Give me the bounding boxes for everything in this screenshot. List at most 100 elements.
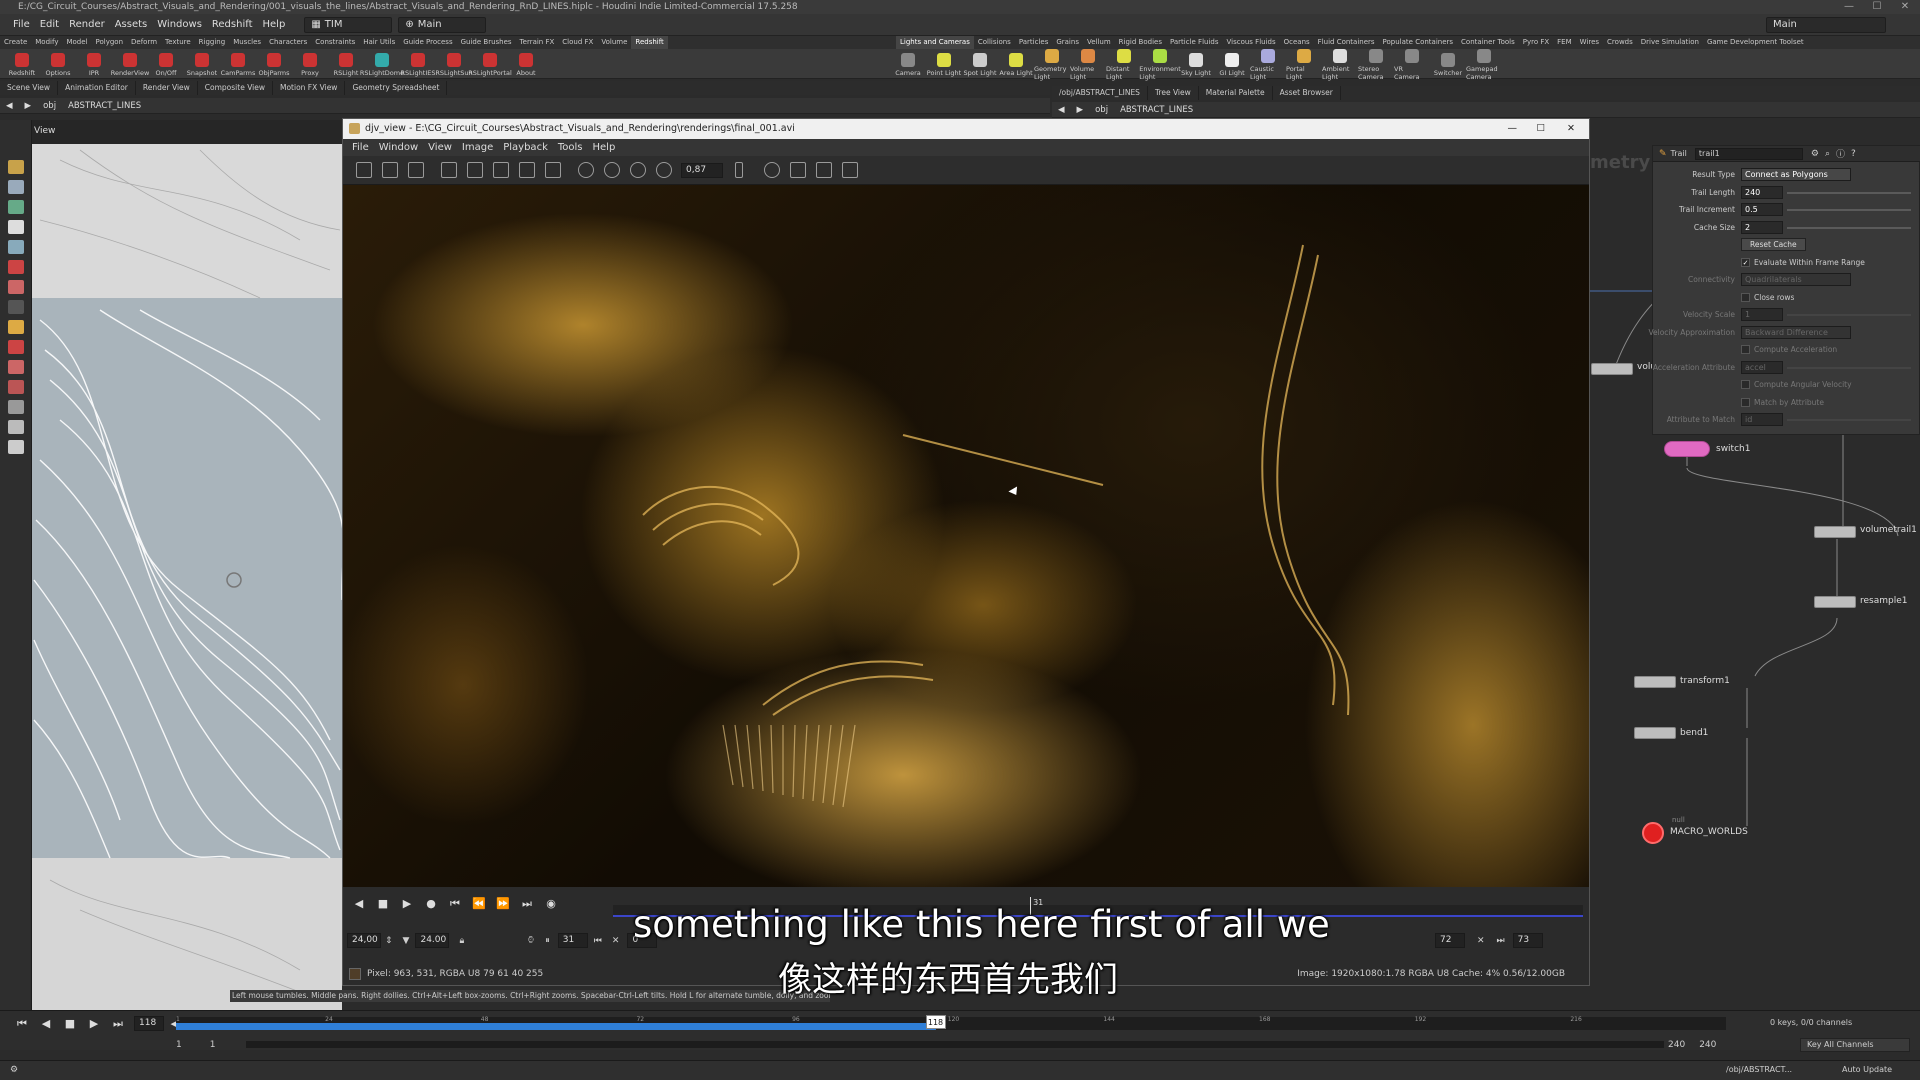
shelf-tab-wires[interactable]: Wires [1576, 36, 1603, 49]
zoom-field[interactable]: 0,87 [681, 162, 723, 178]
shelf-tab-game-development-toolset[interactable]: Game Development Toolset [1703, 36, 1808, 49]
shelf-tab-muscles[interactable]: Muscles [229, 36, 265, 49]
play-icon[interactable]: ▶ [400, 897, 414, 911]
range-start-2[interactable]: 1 [210, 1040, 216, 1050]
timecode-icon[interactable]: ⌚︎ [526, 934, 535, 947]
shelf-tab-cloud-fx[interactable]: Cloud FX [558, 36, 597, 49]
param-menu-velocity-approximation[interactable]: Backward Difference [1741, 325, 1851, 339]
shelf-tool-rslight[interactable]: RSLight [328, 51, 364, 77]
param-field-cache-size[interactable]: 2 [1741, 220, 1783, 234]
shelf-tool-gi-light[interactable]: GI Light [1214, 51, 1250, 77]
shelf-tab-drive-simulation[interactable]: Drive Simulation [1637, 36, 1703, 49]
display-options-icon[interactable]: ⚙ [10, 1065, 18, 1075]
pane-tab-render-view[interactable]: Render View [136, 81, 198, 95]
range-end[interactable]: 240 [1668, 1040, 1685, 1050]
param-menu-connectivity[interactable]: Quadrilaterals [1741, 273, 1851, 286]
resize-icon[interactable] [545, 162, 561, 178]
in-point-icon[interactable]: ⏮ [594, 936, 602, 946]
node-volu[interactable] [1591, 363, 1633, 375]
timeline-slider[interactable]: 1 24 48 72 96 120 144 168 192 216 118 [176, 1015, 1726, 1030]
param-node-name-field[interactable]: trail1 [1694, 147, 1803, 160]
djv-close-button[interactable]: ✕ [1567, 119, 1575, 139]
pane-tab-material-palette[interactable]: Material Palette [1199, 86, 1273, 100]
fps-field[interactable]: 24,00 [347, 933, 381, 948]
shelf-tab-polygon[interactable]: Polygon [92, 36, 128, 49]
param-menu-result-type[interactable]: Connect as Polygons [1741, 168, 1851, 181]
pane-tab-obj-abstract-lines[interactable]: /obj/ABSTRACT_LINES [1052, 86, 1148, 100]
out-point-icon[interactable]: ⏭ [1497, 936, 1505, 946]
shelf-tab-constraints[interactable]: Constraints [311, 36, 359, 49]
window-new-icon[interactable] [356, 162, 372, 178]
select-tool-icon[interactable] [8, 160, 24, 174]
node-transform1[interactable] [1634, 676, 1676, 688]
shelf-tool-rslightsun[interactable]: RSLightSun [435, 51, 473, 77]
shelf-tool-proxy[interactable]: Proxy [292, 51, 328, 77]
frame-store-icon[interactable] [735, 162, 743, 178]
rotate-tool-icon[interactable] [8, 200, 24, 214]
node-bend1[interactable] [1634, 727, 1676, 739]
pane-tab-scene-view[interactable]: Scene View [0, 81, 59, 95]
shelf-tab-characters[interactable]: Characters [265, 36, 311, 49]
current-frame-field[interactable]: 118 [134, 1016, 164, 1031]
menu-redshift[interactable]: Redshift [207, 14, 258, 36]
shelf-tool-sky-light[interactable]: Sky Light [1178, 51, 1214, 77]
shelf-tool-rslightportal[interactable]: RSLightPortal [468, 51, 512, 77]
zoom-out-icon[interactable] [604, 162, 620, 178]
pane-tab-composite-view[interactable]: Composite View [198, 81, 273, 95]
gear-icon[interactable]: ⚙ [1811, 149, 1819, 159]
forward-play-icon[interactable]: ▶ [87, 1017, 101, 1031]
shelf-tab-guide-process[interactable]: Guide Process [399, 36, 456, 49]
pane-tab-asset-browser[interactable]: Asset Browser [1273, 86, 1341, 100]
go-end-icon[interactable]: ⏭ [520, 897, 534, 911]
shelf-tab-model[interactable]: Model [62, 36, 91, 49]
reverse-play-icon[interactable]: ◀ [39, 1017, 53, 1031]
shelf-tab-texture[interactable]: Texture [161, 36, 195, 49]
param-slider[interactable] [1787, 366, 1911, 369]
sculpt-tool-icon[interactable] [8, 380, 24, 394]
param-field-velocity-scale[interactable]: 1 [1741, 308, 1783, 321]
shelf-tab-volume[interactable]: Volume [597, 36, 631, 49]
expand-icon[interactable] [519, 162, 535, 178]
obj-path[interactable]: obj [37, 98, 62, 114]
pane-tab-motion-fx-view[interactable]: Motion FX View [273, 81, 346, 95]
shelf-tool-renderview[interactable]: RenderView [111, 51, 149, 77]
brush-tool-icon[interactable] [8, 280, 24, 294]
param-field-trail-increment[interactable]: 0.5 [1741, 203, 1783, 216]
shelf-tab-redshift[interactable]: Redshift [631, 36, 668, 49]
param-slider[interactable] [1787, 419, 1911, 421]
param-slider[interactable] [1787, 191, 1911, 194]
out-frame-field[interactable]: 72 [1435, 933, 1465, 948]
shrink-icon[interactable] [493, 162, 509, 178]
shelf-tool-volume-light[interactable]: Volume Light [1070, 47, 1106, 81]
shelf-tool-stereo-camera[interactable]: Stereo Camera [1358, 47, 1394, 81]
shelf-tool-ambient-light[interactable]: Ambient Light [1322, 47, 1358, 81]
end-frame-field[interactable]: 73 [1512, 933, 1543, 948]
draw-curve-tool-icon[interactable] [8, 360, 24, 374]
jump-start-icon[interactable]: ⏮ [15, 1017, 29, 1031]
menu-file[interactable]: File [8, 14, 35, 36]
param-field-trail-length[interactable]: 240 [1741, 185, 1783, 199]
shelf-tool-caustic-light[interactable]: Caustic Light [1250, 47, 1286, 81]
shelf-tool-environment-light[interactable]: Environment Light [1139, 47, 1181, 81]
menu-edit[interactable]: Edit [35, 14, 64, 36]
minimize-button[interactable]: — [1836, 0, 1862, 14]
pane-tab-animation-editor[interactable]: Animation Editor [58, 81, 136, 95]
shelf-tool-redshift[interactable]: Redshift [4, 51, 40, 77]
checkbox-compute-angular-velocity[interactable] [1741, 380, 1750, 389]
scene-viewport[interactable] [0, 120, 342, 1010]
play-reverse-icon[interactable]: ◀ [352, 897, 366, 911]
loop-icon[interactable]: ● [424, 897, 438, 911]
search-icon[interactable]: ⌕ [1825, 149, 1830, 159]
back-arrow-icon[interactable]: ◀ [1052, 102, 1071, 118]
djv-menu-view[interactable]: View [423, 139, 457, 156]
shelf-tool-snapshot[interactable]: Snapshot [184, 51, 220, 77]
forward-arrow-icon[interactable]: ▶ [19, 98, 38, 114]
djv-menu-help[interactable]: Help [588, 139, 621, 156]
pointer-tool-icon[interactable] [8, 220, 24, 234]
shelf-tool-camparms[interactable]: CamParms [220, 51, 256, 77]
shelf-tool-on-off[interactable]: On/Off [148, 51, 184, 77]
help-icon[interactable]: ? [1851, 149, 1856, 159]
shelf-tool-objparms[interactable]: ObjParms [256, 51, 292, 77]
timeline-playhead[interactable]: 118 [925, 1015, 946, 1029]
handle-tool-icon[interactable] [8, 240, 24, 254]
